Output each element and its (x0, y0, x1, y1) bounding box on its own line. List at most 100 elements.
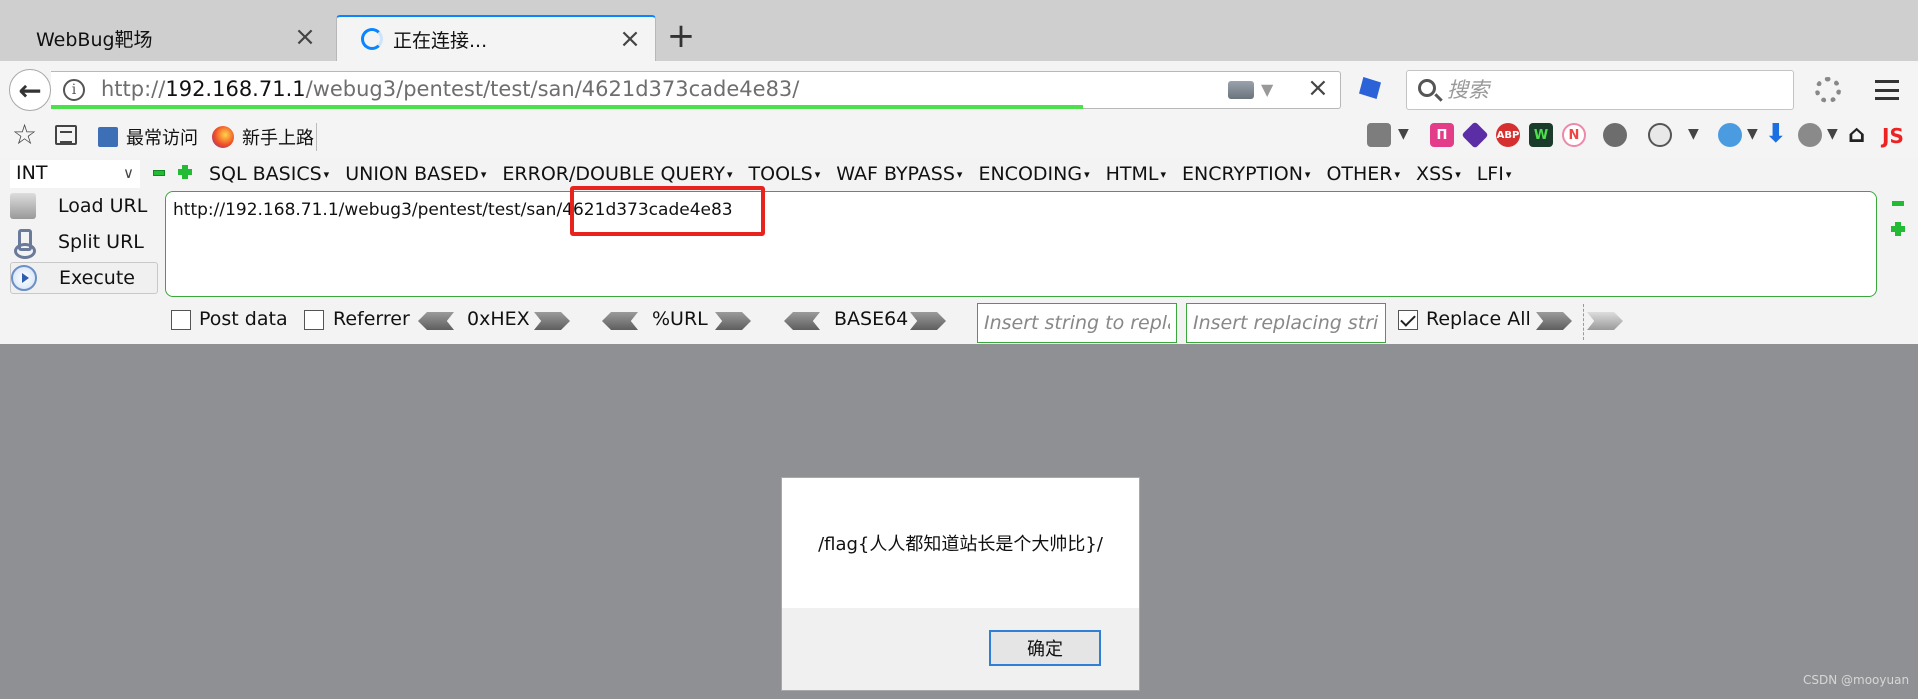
tab-title: WebBug靶场 (36, 28, 153, 51)
hackbar-menu-list: SQL BASICS UNION BASED ERROR/DOUBLE QUERY T… (209, 160, 1527, 189)
split-url-icon (10, 229, 36, 259)
hackbar-search-icon[interactable]: N (1562, 123, 1586, 147)
hackbar-menu-item[interactable]: ERROR/DOUBLE QUERY (502, 160, 732, 189)
url-encode-label: %URL (652, 308, 708, 330)
user-agent-icon[interactable] (1718, 123, 1742, 147)
back-arrow-icon: ← (18, 73, 42, 107)
firefox-icon (212, 126, 234, 148)
plus-icon[interactable] (178, 165, 192, 179)
hackbar-menu-item[interactable]: XSS (1416, 160, 1461, 189)
watermark: CSDN @mooyuan (1803, 673, 1910, 687)
javascript-toggle-icon[interactable]: JS (1882, 124, 1904, 148)
library-icon[interactable] (55, 125, 77, 145)
execute-label: Execute (59, 267, 135, 289)
post-data-checkbox[interactable] (171, 310, 191, 330)
chevron-down-icon[interactable]: ▼ (1747, 126, 1758, 142)
browser-window: WebBug靶场 × 正在连接... × + ← i http://192.16… (0, 0, 1918, 699)
close-icon[interactable]: × (292, 24, 318, 50)
hackbar-menu-item[interactable]: UNION BASED (345, 160, 486, 189)
drive-icon[interactable] (1228, 81, 1254, 99)
ok-button[interactable]: 确定 (989, 630, 1101, 666)
back-button[interactable]: ← (9, 69, 51, 111)
tab-webbug[interactable]: WebBug靶场 × (12, 15, 330, 61)
hackbar-menu-item[interactable]: TOOLS (749, 160, 821, 189)
load-url-button[interactable]: Load URL (10, 190, 158, 222)
hackbar-menu-item[interactable]: HTML (1106, 160, 1166, 189)
download-icon[interactable]: ⬇ (1765, 119, 1787, 149)
replace-right-arrow-icon[interactable] (1536, 312, 1572, 330)
tab-strip: WebBug靶场 × 正在连接... × + (0, 0, 1918, 61)
gear-icon[interactable] (1815, 77, 1841, 103)
chevron-down-icon[interactable]: ▼ (1398, 126, 1409, 142)
close-icon[interactable]: × (617, 26, 643, 52)
load-url-icon (10, 193, 36, 219)
type-select-value: INT (16, 162, 48, 184)
execute-icon (11, 265, 37, 291)
bookmark-most-visited[interactable]: 最常访问 (98, 124, 198, 150)
base64-decode-right-arrow-icon[interactable] (910, 312, 946, 330)
minus-icon[interactable] (153, 170, 165, 176)
extension-pi-icon[interactable]: Π (1430, 123, 1454, 147)
base64-label: BASE64 (834, 308, 909, 330)
alert-dialog: /flag{人人都知道站长是个大帅比}/ 确定 (781, 477, 1140, 691)
wappalyzer-icon[interactable]: W (1529, 123, 1553, 147)
url-scheme: http:// (101, 77, 166, 101)
hackbar-menu-item[interactable]: ENCODING (978, 160, 1089, 189)
execute-button[interactable]: Execute (10, 262, 158, 294)
search-input[interactable] (1447, 75, 1777, 105)
url-encode-left-arrow-icon[interactable] (602, 312, 638, 330)
search-box[interactable] (1406, 70, 1794, 110)
hackbar-menu-item[interactable]: ENCRYPTION (1182, 160, 1310, 189)
hackbar-menu-item[interactable]: SQL BASICS (209, 160, 329, 189)
tab-connecting[interactable]: 正在连接... × (336, 15, 656, 61)
url-path: /webug3/pentest/test/san/4621d373cade4e8… (305, 77, 800, 101)
hex-encode-left-arrow-icon[interactable] (418, 312, 454, 330)
address-bar[interactable]: i http://192.168.71.1/webug3/pentest/tes… (51, 71, 1341, 109)
hamburger-menu-icon[interactable] (1875, 80, 1899, 100)
toolbar-separator (316, 123, 317, 151)
post-data-label: Post data (199, 308, 288, 330)
insert-string-input[interactable] (977, 303, 1177, 343)
hex-decode-right-arrow-icon[interactable] (534, 312, 570, 330)
screenshot-icon[interactable] (1367, 123, 1391, 147)
referrer-checkbox[interactable] (304, 310, 324, 330)
base64-encode-left-arrow-icon[interactable] (784, 312, 820, 330)
chevron-down-icon[interactable]: ▼ (1827, 126, 1838, 142)
split-url-button[interactable]: Split URL (10, 226, 158, 259)
globe-icon[interactable] (1798, 123, 1822, 147)
hackbar-options-row: Post data Referrer 0xHEX %URL BASE64 Rep… (0, 300, 1918, 343)
hackbar-url-textarea[interactable]: http://192.168.71.1/webug3/pentest/test/… (165, 191, 1877, 297)
tab-title: 正在连接... (393, 29, 488, 52)
hackbar-menu-item[interactable]: LFI (1477, 160, 1512, 189)
split-url-label: Split URL (58, 231, 144, 253)
extension-diamond-icon[interactable] (1461, 121, 1489, 149)
chevron-down-icon[interactable]: ▼ (1688, 126, 1699, 142)
highlight-annotation-box (570, 186, 765, 236)
bookmark-folder-icon (98, 127, 118, 147)
loading-spinner-icon (361, 28, 383, 50)
minus-icon[interactable] (1892, 201, 1904, 206)
plus-icon[interactable] (1891, 222, 1905, 236)
url-decode-right-arrow-icon[interactable] (715, 312, 751, 330)
hackbar-menu-item[interactable]: WAF BYPASS (836, 160, 962, 189)
bookmark-getting-started[interactable]: 新手上路 (212, 124, 314, 150)
star-icon[interactable]: ☆ (12, 121, 37, 149)
new-tab-button[interactable]: + (664, 18, 698, 56)
dialog-message: /flag{人人都知道站长是个大帅比}/ (818, 534, 1103, 555)
proxy-icon[interactable] (1603, 123, 1627, 147)
info-icon[interactable]: i (63, 79, 85, 101)
url-text[interactable]: http://192.168.71.1/webug3/pentest/test/… (101, 77, 799, 101)
bookmark-label: 最常访问 (126, 128, 198, 149)
replacing-string-input[interactable] (1186, 303, 1386, 343)
replace-next-arrow-icon[interactable] (1587, 312, 1623, 330)
hackbar-menu-item[interactable]: OTHER (1326, 160, 1400, 189)
replace-all-checkbox[interactable] (1398, 310, 1418, 330)
chevron-down-icon[interactable]: ▼ (1261, 80, 1273, 99)
adblock-plus-icon[interactable]: ABP (1496, 123, 1520, 147)
cookie-icon[interactable] (1648, 123, 1672, 147)
stop-icon[interactable]: × (1307, 73, 1329, 103)
chevron-down-icon: ∨ (123, 164, 134, 182)
type-select[interactable]: INT ∨ (10, 160, 140, 188)
home-icon[interactable]: ⌂ (1848, 120, 1865, 148)
hackbar-panel: INT ∨ SQL BASICS UNION BASED ERROR/DOUBLE … (0, 158, 1918, 344)
